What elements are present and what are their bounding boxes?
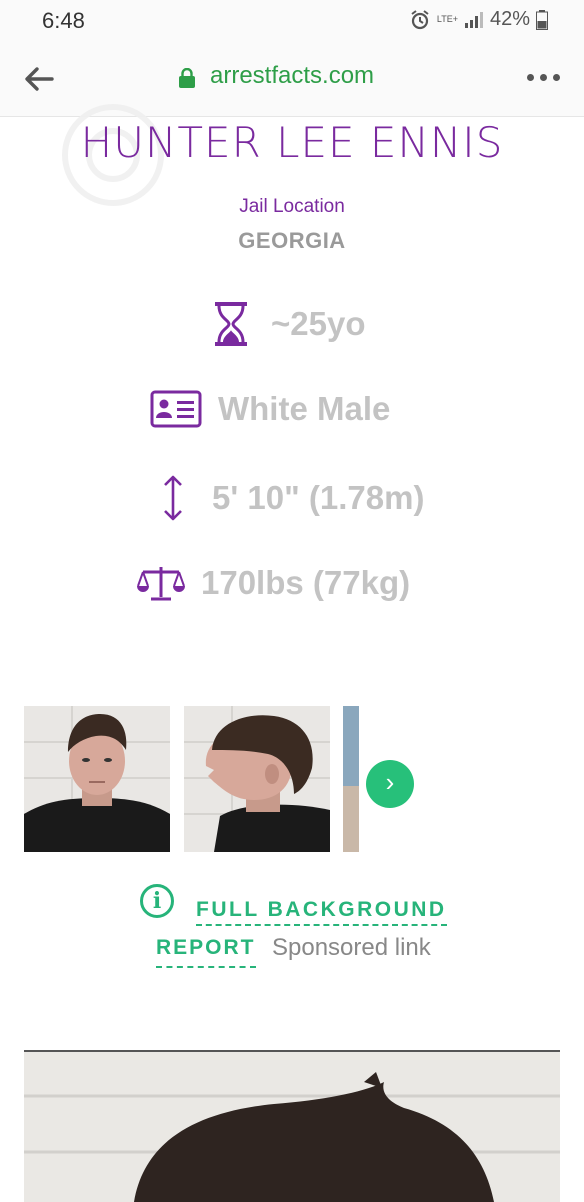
signal-icon (464, 11, 483, 28)
height-arrow-icon (164, 475, 182, 521)
height-value: 5' 10" (1.78m) (212, 479, 425, 516)
height-row: 5' 10" (1.78m) (162, 474, 424, 522)
age-row: ~25yo (213, 300, 366, 348)
status-icons: LTE+ 42% (409, 8, 548, 31)
full-background-report-link-line2[interactable]: REPORT (156, 936, 256, 968)
alarm-icon (411, 9, 429, 29)
mugshot-next-thumbnail[interactable] (343, 706, 359, 852)
status-bar: 6:48 LTE+ 42% (0, 0, 584, 40)
next-photo-button[interactable]: › (366, 760, 414, 808)
info-icon[interactable]: i (140, 884, 174, 918)
full-background-report-link[interactable]: FULL BACKGROUND (196, 898, 447, 926)
browser-url-bar: arrestfacts.com (0, 40, 584, 117)
jail-location-value: GEORGIA (238, 228, 346, 253)
scale-icon (137, 567, 185, 601)
race-gender-value: White Male (218, 390, 391, 427)
chevron-right-icon: › (385, 767, 395, 797)
mugshot-front-thumbnail[interactable] (24, 706, 170, 852)
url-text[interactable]: arrestfacts.com (210, 62, 374, 90)
hourglass-icon (215, 302, 247, 346)
weight-row: 170lbs (77kg) (137, 564, 410, 602)
battery-percent: 42% (489, 8, 530, 30)
battery-icon (536, 9, 548, 30)
id-card-icon (150, 390, 202, 428)
status-time: 6:48 (42, 8, 85, 33)
back-arrow-icon[interactable] (22, 62, 56, 96)
mugshot-large-image[interactable] (24, 1050, 560, 1202)
lock-icon (179, 68, 195, 88)
more-dots-icon[interactable] (527, 74, 560, 81)
mugshot-profile-thumbnail[interactable] (184, 706, 330, 852)
jail-location-label: Jail Location (239, 196, 345, 217)
race-gender-row: White Male (150, 390, 390, 428)
network-type: LTE+ (436, 14, 458, 24)
sponsored-label: Sponsored link (272, 934, 431, 961)
weight-value: 170lbs (77kg) (201, 564, 411, 601)
person-name: HUNTER LEE ENNIS (80, 118, 504, 167)
age-value: ~25yo (271, 305, 366, 342)
